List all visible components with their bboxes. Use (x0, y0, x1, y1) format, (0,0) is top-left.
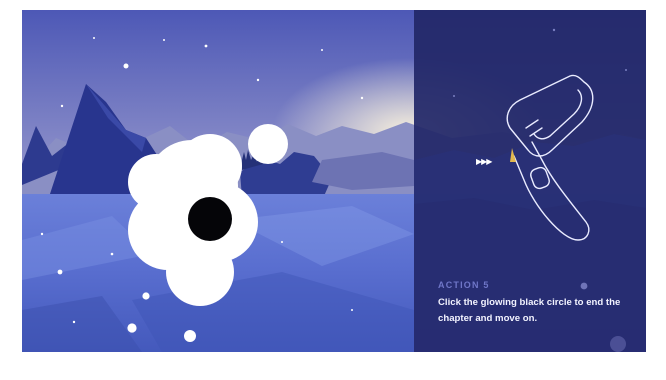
game-frame: ▶▶▶ ACTION 5 Click the glowing black cir… (22, 10, 646, 352)
trigger-glow (510, 148, 516, 162)
triple-arrow-icon: ▶▶▶ (476, 157, 493, 166)
action-title: ACTION 5 (438, 280, 490, 290)
action-instruction: Click the glowing black circle to end th… (438, 297, 621, 324)
glowing-black-circle-button[interactable] (188, 197, 232, 241)
